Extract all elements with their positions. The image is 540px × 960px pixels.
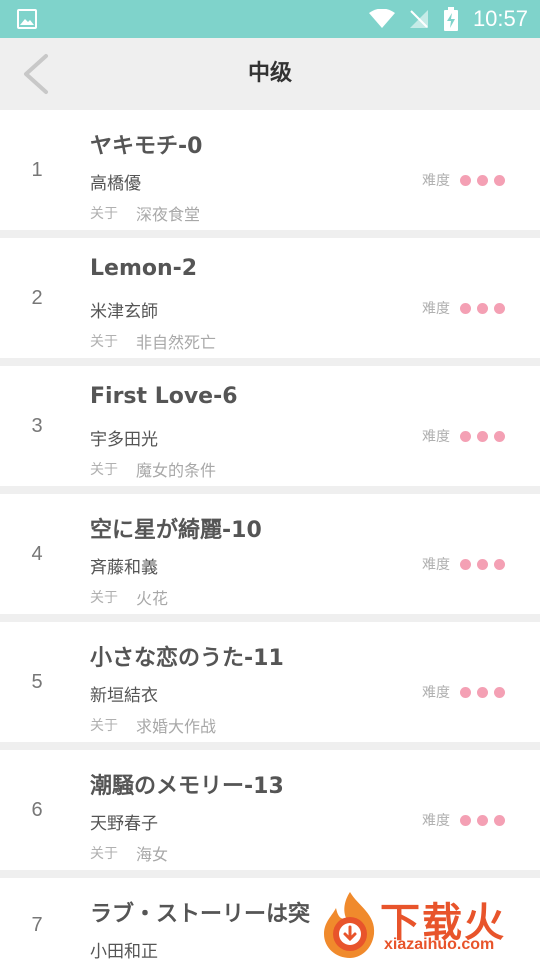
difficulty-dot xyxy=(477,430,488,442)
about-label: 关于 xyxy=(90,846,118,862)
difficulty-label: 难度 xyxy=(422,685,450,701)
page-title: 中级 xyxy=(247,61,292,86)
difficulty-dot xyxy=(460,302,471,314)
song-artist: 斉藤和義 xyxy=(90,558,158,578)
about-label: 关于 xyxy=(90,590,118,606)
image-notification-icon xyxy=(17,9,37,29)
song-artist: 宇多田光 xyxy=(90,430,158,450)
song-artist: 新垣結衣 xyxy=(90,686,158,706)
difficulty-dot xyxy=(477,302,488,314)
song-item[interactable]: 5 小さな恋のうた-11 新垣結衣 关于 求婚大作战 难度 xyxy=(0,622,540,742)
difficulty-rating: 难度 xyxy=(422,682,505,702)
difficulty-dot xyxy=(494,686,505,698)
difficulty-dot xyxy=(494,174,505,186)
song-source: 非自然死亡 xyxy=(136,333,217,352)
song-index: 6 xyxy=(31,798,43,821)
song-item[interactable]: 2 Lemon-2 米津玄師 关于 非自然死亡 难度 xyxy=(0,238,540,358)
difficulty-dot xyxy=(494,814,505,826)
about-label: 关于 xyxy=(90,334,118,350)
difficulty-rating: 难度 xyxy=(422,170,505,190)
song-artist: 米津玄師 xyxy=(90,302,158,322)
song-title: Lemon-2 xyxy=(90,256,198,281)
song-title: First Love-6 xyxy=(90,384,238,409)
song-source: 魔女的条件 xyxy=(136,461,217,480)
song-source: 深夜食堂 xyxy=(136,205,201,224)
status-time: 10:57 xyxy=(472,6,528,31)
song-title: ヤキモチ-0 xyxy=(90,134,203,159)
difficulty-rating: 难度 xyxy=(422,810,505,830)
song-artist: 高橋優 xyxy=(90,174,141,194)
song-index: 5 xyxy=(31,670,43,693)
status-bar: 10:57 xyxy=(0,0,540,38)
song-title: 潮騒のメモリー-13 xyxy=(90,774,284,799)
difficulty-label: 难度 xyxy=(422,173,450,189)
difficulty-dot xyxy=(460,558,471,570)
about-label: 关于 xyxy=(90,718,118,734)
difficulty-dot xyxy=(477,174,488,186)
difficulty-dot xyxy=(460,174,471,186)
song-index: 1 xyxy=(31,158,43,181)
difficulty-dot xyxy=(477,686,488,698)
song-item[interactable]: 1 ヤキモチ-0 高橋優 关于 深夜食堂 难度 xyxy=(0,110,540,230)
watermark-url: xiazaihuo.com xyxy=(384,936,495,953)
song-index: 7 xyxy=(31,913,43,936)
song-index: 2 xyxy=(31,286,43,309)
difficulty-dot xyxy=(494,558,505,570)
song-source: 求婚大作战 xyxy=(136,717,217,736)
difficulty-label: 难度 xyxy=(422,429,450,445)
difficulty-label: 难度 xyxy=(422,813,450,829)
song-title: ラブ・ストーリーは突 xyxy=(90,902,311,927)
about-label: 关于 xyxy=(90,206,118,222)
difficulty-dot xyxy=(477,814,488,826)
difficulty-dot xyxy=(460,430,471,442)
difficulty-dot xyxy=(460,814,471,826)
app-bar: 中级 xyxy=(0,38,540,110)
no-signal-icon xyxy=(409,10,428,28)
song-artist: 小田和正 xyxy=(90,942,158,960)
wifi-icon xyxy=(368,9,395,28)
song-item[interactable]: 3 First Love-6 宇多田光 关于 魔女的条件 难度 xyxy=(0,366,540,486)
difficulty-rating: 难度 xyxy=(422,554,505,574)
difficulty-label: 难度 xyxy=(422,301,450,317)
difficulty-dot xyxy=(477,558,488,570)
song-source: 火花 xyxy=(136,589,169,608)
about-label: 关于 xyxy=(90,462,118,478)
song-index: 4 xyxy=(31,542,43,565)
song-item[interactable]: 4 空に星が綺麗-10 斉藤和義 关于 火花 难度 xyxy=(0,494,540,614)
song-source: 海女 xyxy=(136,845,169,864)
difficulty-rating: 难度 xyxy=(422,298,505,318)
song-index: 3 xyxy=(31,414,43,437)
song-artist: 天野春子 xyxy=(90,814,158,834)
difficulty-dot xyxy=(494,430,505,442)
back-button[interactable] xyxy=(14,50,58,98)
difficulty-label: 难度 xyxy=(422,557,450,573)
song-title: 小さな恋のうた-11 xyxy=(90,646,284,671)
flame-logo-icon xyxy=(324,892,375,958)
battery-charging-icon xyxy=(443,7,458,31)
song-item[interactable]: 6 潮騒のメモリー-13 天野春子 关于 海女 难度 xyxy=(0,750,540,870)
song-title: 空に星が綺麗-10 xyxy=(90,518,262,543)
watermark-logo: 下载火 xiazaihuo.com xyxy=(318,888,540,960)
difficulty-dot xyxy=(494,302,505,314)
difficulty-rating: 难度 xyxy=(422,426,505,446)
difficulty-dot xyxy=(460,686,471,698)
chevron-left-icon xyxy=(24,54,48,94)
